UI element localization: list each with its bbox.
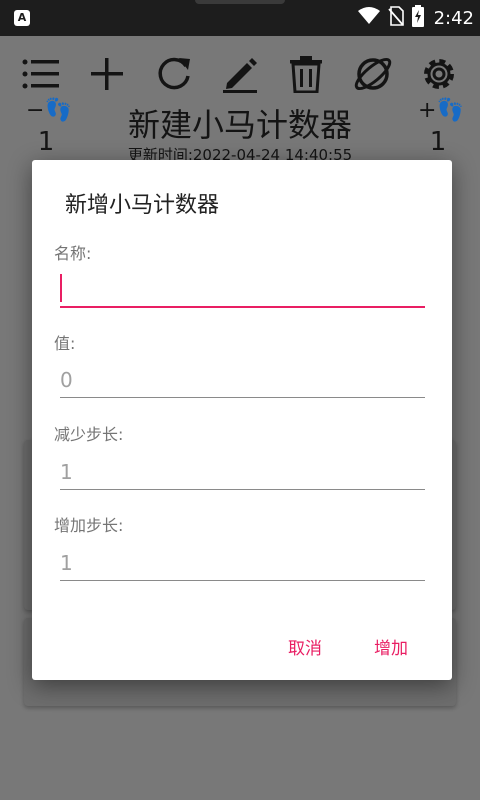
refresh-button[interactable] bbox=[151, 51, 197, 97]
menu-icon bbox=[22, 59, 60, 89]
add-button[interactable] bbox=[84, 51, 130, 97]
menu-button[interactable] bbox=[18, 51, 64, 97]
increment-step-underline bbox=[60, 580, 425, 581]
counter-header: −👣 1 新建小马计数器 更新时间:2022-04-24 14:40:55 +👣… bbox=[0, 98, 480, 168]
edit-icon bbox=[222, 58, 257, 93]
value-value: 0 bbox=[60, 368, 73, 392]
value-underline bbox=[60, 397, 425, 398]
battery-charging-icon bbox=[411, 5, 424, 31]
settings-button[interactable] bbox=[416, 51, 462, 97]
app-notification-icon: A bbox=[14, 10, 30, 26]
increment-step-field-value: 1 bbox=[60, 551, 73, 575]
edit-button[interactable] bbox=[217, 51, 263, 97]
decrement-step-underline bbox=[60, 489, 425, 490]
dialog-title: 新增小马计数器 bbox=[65, 193, 220, 218]
value-label: 值: bbox=[54, 334, 76, 353]
clock: 2:42 bbox=[433, 7, 474, 29]
increment-step-input[interactable]: 1 bbox=[60, 537, 425, 581]
decrement-step-label: 减少步长: bbox=[54, 425, 124, 444]
no-sim-icon bbox=[387, 6, 404, 30]
name-label: 名称: bbox=[54, 244, 92, 263]
value-input[interactable]: 0 bbox=[60, 354, 425, 398]
name-input[interactable] bbox=[60, 264, 425, 308]
footprint-plus-icon: +👣 bbox=[418, 98, 464, 123]
toolbar bbox=[0, 44, 480, 104]
refresh-icon bbox=[158, 57, 190, 90]
camera-notch bbox=[195, 0, 285, 4]
wifi-icon bbox=[357, 7, 380, 29]
status-bar: A 2:42 bbox=[0, 0, 480, 36]
increment-step-value: 1 bbox=[429, 127, 447, 157]
name-underline bbox=[60, 306, 425, 308]
counter-title: 新建小马计数器 bbox=[127, 106, 352, 144]
settings-icon bbox=[423, 59, 454, 89]
delete-button[interactable] bbox=[283, 51, 329, 97]
planet-icon bbox=[354, 57, 391, 91]
planet-button[interactable] bbox=[350, 51, 396, 97]
increment-step-label: 增加步长: bbox=[54, 516, 124, 535]
add-counter-button[interactable]: 增加 bbox=[374, 634, 408, 659]
decrement-step-input[interactable]: 1 bbox=[60, 446, 425, 490]
trash-icon bbox=[290, 56, 323, 93]
text-cursor bbox=[60, 274, 62, 302]
status-icons: 2:42 bbox=[357, 5, 474, 31]
cancel-button[interactable]: 取消 bbox=[288, 634, 322, 659]
decrement-step-field-value: 1 bbox=[60, 460, 73, 484]
add-icon bbox=[91, 58, 124, 90]
increment-step[interactable]: +👣 1 bbox=[418, 98, 464, 160]
new-counter-dialog: 新增小马计数器 名称: 值: 0 减少步长: 1 增加步长: 1 取消 增加 bbox=[32, 160, 452, 680]
